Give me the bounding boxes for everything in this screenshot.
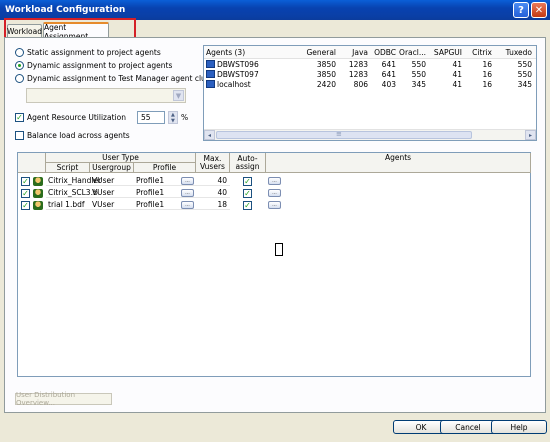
profile-browse-button[interactable]: ... [181,177,194,185]
cell-script[interactable]: Citrix_SCL3.b [46,188,98,198]
agents-list-header: Agents (3) General Java ODBC Oracl... SA… [204,46,536,59]
profile-browse-button[interactable]: ... [181,189,194,197]
balance-checkbox[interactable] [15,131,24,140]
header-usergroup[interactable]: Usergroup [90,163,134,173]
balance-label: Balance load across agents [27,131,130,140]
cluster-dropdown[interactable]: ▼ [26,88,186,103]
agents-browse-button[interactable]: ... [268,177,281,185]
radio-button[interactable] [15,74,24,83]
header-profile[interactable]: Profile [134,163,196,173]
header-script[interactable]: Script [46,163,90,173]
col-sapgui[interactable]: SAPGUI [428,46,464,58]
col-citrix[interactable]: Citrix [464,46,494,58]
list-item[interactable]: localhost 2420 806 403 345 41 16 345 [204,79,536,89]
radio-dynamic-cluster[interactable]: Dynamic assignment to Test Manager agent… [15,74,220,83]
profile-browse-button[interactable]: ... [181,201,194,209]
agents-list[interactable]: Agents (3) General Java ODBC Oracl... SA… [203,45,537,141]
help-icon[interactable]: ? [513,2,529,18]
user-group-icon [33,189,43,198]
radio-static-assignment[interactable]: Static assignment to project agents [15,48,161,57]
close-icon[interactable]: ✕ [531,2,547,18]
user-distribution-button[interactable]: User Distribution Overview... [15,391,112,407]
radio-label: Dynamic assignment to project agents [27,61,173,70]
utilization-input[interactable]: 55 [136,111,165,124]
scroll-grip-icon: ≡ [336,130,342,138]
cell-usergroup[interactable]: VUser [90,200,134,210]
agents-browse-button[interactable]: ... [268,201,281,209]
user-group-icon [33,201,43,210]
cell-usergroup[interactable]: VUser [90,188,134,198]
cell-max-vusers[interactable]: 40 [196,188,230,198]
cell-max-vusers[interactable]: 40 [196,176,230,186]
agents-browse-button[interactable]: ... [268,189,281,197]
cell-script[interactable]: trial 1.bdf [46,200,90,210]
utilization-row: ✓ Agent Resource Utilization 55 ▲ ▼ % [15,111,188,124]
col-oracle[interactable]: Oracl... [398,46,428,58]
utilization-checkbox[interactable]: ✓ [15,113,24,122]
auto-assign-checkbox[interactable]: ✓ [243,189,252,198]
user-type-grid: User Type Script Usergroup Profile Max. … [17,152,531,377]
col-agents[interactable]: Agents (3) [204,46,302,58]
scroll-right-icon[interactable]: ▸ [525,130,536,140]
row-checkbox[interactable]: ✓ [21,177,30,186]
auto-assign-checkbox[interactable]: ✓ [243,201,252,210]
cell-usergroup[interactable]: VUser [90,176,134,186]
window-titlebar: Workload Configuration ? ✕ [0,0,550,20]
cell-script[interactable]: Citrix_Handler [46,176,101,186]
spin-down-icon[interactable]: ▼ [169,118,177,124]
radio-label: Static assignment to project agents [27,48,161,57]
radio-button[interactable] [15,61,24,70]
computer-icon [206,60,215,68]
tab-highlight-box [4,18,136,39]
cancel-button[interactable]: Cancel [440,420,496,434]
radio-dynamic-project[interactable]: Dynamic assignment to project agents [15,61,172,70]
header-auto-assign[interactable]: Auto-assign [230,153,266,173]
auto-assign-checkbox[interactable]: ✓ [243,177,252,186]
header-agents[interactable]: Agents [266,153,531,173]
row-checkbox[interactable]: ✓ [21,189,30,198]
help-button[interactable]: Help [491,420,547,434]
col-odbc[interactable]: ODBC [370,46,398,58]
horizontal-scrollbar[interactable]: ◂ ≡ ▸ [204,129,536,140]
text-cursor-icon [275,243,283,256]
cell-max-vusers[interactable]: 18 [196,200,230,210]
grid-corner [18,153,46,173]
header-user-type: User Type [46,153,196,163]
utilization-unit: % [180,113,189,122]
utilization-label: Agent Resource Utilization [27,113,126,122]
chevron-down-icon[interactable]: ▼ [173,90,184,101]
computer-icon [206,70,215,78]
list-item[interactable]: DBWST097 3850 1283 641 550 41 16 550 [204,69,536,79]
computer-icon [206,80,215,88]
radio-label: Dynamic assignment to Test Manager agent… [27,74,221,83]
scroll-thumb[interactable] [216,131,472,139]
scroll-left-icon[interactable]: ◂ [204,130,215,140]
header-max-vusers[interactable]: Max. Vusers [196,153,230,173]
balance-row: Balance load across agents [15,131,130,140]
window-title: Workload Configuration [5,5,126,15]
col-general[interactable]: General [302,46,338,58]
col-tuxedo[interactable]: Tuxedo [494,46,534,58]
radio-button[interactable] [15,48,24,57]
col-java[interactable]: Java [338,46,370,58]
user-group-icon [33,177,43,186]
list-item[interactable]: DBWST096 3850 1283 641 550 41 16 550 [204,59,536,69]
row-checkbox[interactable]: ✓ [21,201,30,210]
utilization-stepper[interactable]: ▲ ▼ [167,111,178,124]
